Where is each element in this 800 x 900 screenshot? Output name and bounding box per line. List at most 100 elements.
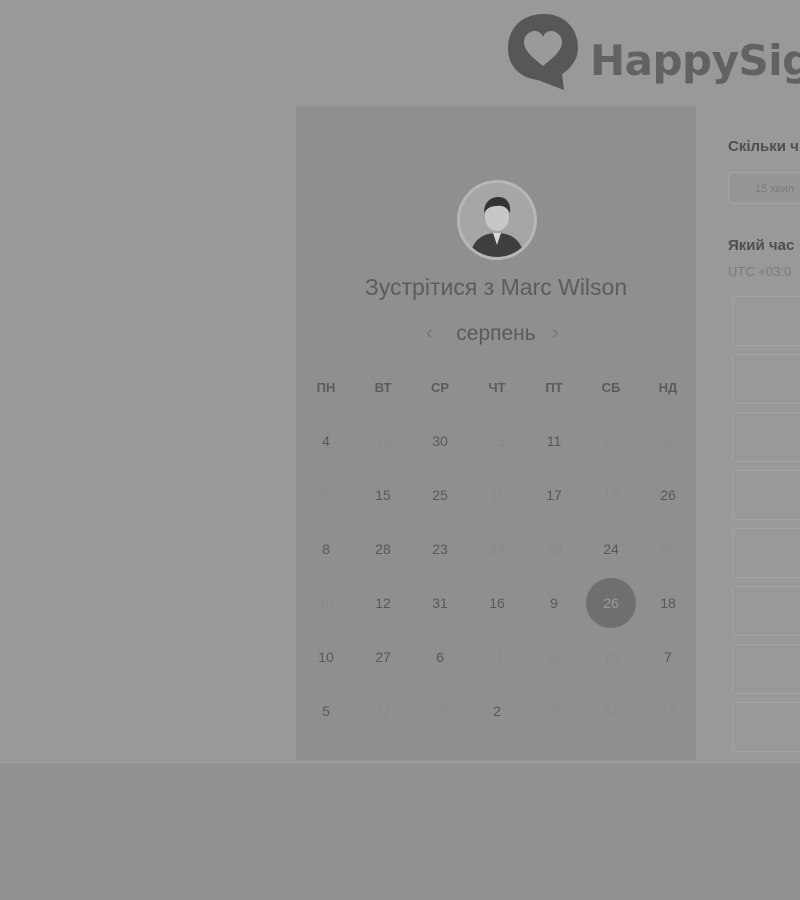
calendar-day-number: 14 [660, 703, 676, 719]
calendar-day-number: 30 [546, 541, 562, 557]
weekday-label: ВТ [374, 380, 392, 395]
calendar-day-number: 25 [318, 487, 334, 503]
chevron-right-icon[interactable]: › [552, 322, 559, 345]
month-label: серпень [456, 322, 536, 345]
calendar-day: 30 [526, 522, 582, 576]
time-slot-button[interactable] [732, 644, 800, 694]
calendar-day[interactable]: 5 [298, 684, 354, 738]
calendar-day[interactable]: 18 [640, 576, 696, 630]
duration-option[interactable]: 15 хвил [728, 172, 800, 204]
calendar-day[interactable]: 17 [526, 468, 582, 522]
calendar-day-number: 8 [322, 541, 330, 557]
top-header: HappySig [0, 0, 800, 105]
calendar-day-number: 18 [546, 649, 562, 665]
calendar-day-number: 29 [546, 703, 562, 719]
calendar-day[interactable]: 9 [526, 576, 582, 630]
calendar-day[interactable]: 11 [526, 414, 582, 468]
person-photo-icon [460, 183, 534, 257]
weekday-label: ПН [316, 380, 336, 395]
calendar-day[interactable]: 6 [412, 630, 468, 684]
avatar [457, 180, 537, 260]
calendar-day-number: 3 [664, 433, 672, 449]
calendar-day[interactable]: 27 [355, 630, 411, 684]
calendar-day-number: 15 [375, 487, 391, 503]
scheduler-panel: Скільки ч 15 хвил Який час UTC +03:0 [696, 106, 800, 760]
calendar-day-number: 11 [489, 649, 505, 665]
calendar-day-number: 6 [436, 649, 444, 665]
calendar-day[interactable]: 15 [355, 468, 411, 522]
duration-question: Скільки ч [728, 138, 799, 155]
calendar-day: 14 [640, 684, 696, 738]
calendar-day-number: 9 [550, 595, 558, 611]
weekday-label: ЧТ [488, 380, 506, 395]
time-slot-button[interactable] [732, 412, 800, 462]
calendar-day-number: 29 [489, 541, 505, 557]
calendar-day-number: 25 [660, 541, 676, 557]
calendar-day-number: 25 [432, 487, 448, 503]
calendar-day-number: 26 [586, 578, 636, 628]
calendar-day-number: 11 [546, 433, 562, 449]
calendar-day: 29 [469, 522, 525, 576]
calendar-day[interactable]: 4 [298, 414, 354, 468]
calendar-day-selected[interactable]: 26 [583, 576, 639, 630]
calendar-day-number: 22 [603, 433, 619, 449]
calendar-day[interactable]: 23 [412, 522, 468, 576]
calendar-day-number: 16 [375, 433, 391, 449]
calendar-day[interactable]: 12 [355, 576, 411, 630]
calendar-day-number: 12 [375, 703, 391, 719]
calendar-day: 10 [298, 576, 354, 630]
calendar-day[interactable]: 16 [469, 576, 525, 630]
calendar-day[interactable]: 25 [412, 468, 468, 522]
calendar-day: 11 [469, 468, 525, 522]
calendar-day: 29 [526, 684, 582, 738]
calendar-day-number: 16 [489, 595, 505, 611]
calendar-day[interactable]: 28 [355, 522, 411, 576]
calendar-day: 3 [640, 414, 696, 468]
calendar-day[interactable]: 7 [640, 630, 696, 684]
calendar-day[interactable]: 31 [412, 576, 468, 630]
calendar-day-number: 18 [660, 595, 676, 611]
calendar-day-number: 16 [603, 649, 619, 665]
calendar-day-number: 27 [375, 649, 391, 665]
calendar-day-number: 2 [493, 703, 501, 719]
calendar-day: 12 [355, 684, 411, 738]
booking-panel: Зустрітися з Marc Wilson ‹ серпень › ПН В… [296, 106, 696, 760]
calendar-day-number: 31 [432, 595, 448, 611]
calendar-day[interactable]: 24 [583, 522, 639, 576]
calendar-day: 16 [583, 630, 639, 684]
weekday-label: СР [430, 380, 450, 395]
calendar-day[interactable]: 10 [298, 630, 354, 684]
calendar-day-number: 7 [664, 649, 672, 665]
time-slot-button[interactable] [732, 528, 800, 578]
calendar-day: 11 [583, 684, 639, 738]
calendar-day[interactable]: 2 [469, 684, 525, 738]
weekday-header: ПН ВТ СР ЧТ ПТ СБ НД [298, 380, 696, 396]
calendar-day-number: 23 [432, 541, 448, 557]
calendar-day: 16 [355, 414, 411, 468]
calendar-day-number: 11 [489, 487, 505, 503]
calendar-day-number: 4 [322, 433, 330, 449]
calendar-day-number: 30 [432, 433, 448, 449]
calendar-day-number: 10 [318, 595, 334, 611]
calendar-day-number: 17 [546, 487, 562, 503]
calendar-day: 11 [469, 630, 525, 684]
time-slot-button[interactable] [732, 702, 800, 752]
calendar-day[interactable]: 30 [412, 414, 468, 468]
heart-bubble-icon [508, 14, 578, 90]
weekday-label: НД [658, 380, 678, 395]
time-slot-button[interactable] [732, 296, 800, 346]
calendar-day-number: 28 [375, 541, 391, 557]
calendar-day-number: 18 [603, 487, 619, 503]
time-slot-button[interactable] [732, 586, 800, 636]
calendar-day[interactable]: 26 [640, 468, 696, 522]
calendar-day-number: 12 [375, 595, 391, 611]
calendar-day-number: 29 [432, 703, 448, 719]
calendar-day-number: 24 [603, 541, 619, 557]
weekday-label: ПТ [545, 380, 563, 395]
calendar-day-number: 5 [322, 703, 330, 719]
time-slot-button[interactable] [732, 354, 800, 404]
calendar-day[interactable]: 8 [298, 522, 354, 576]
brand-name: HappySig [590, 36, 800, 85]
time-slot-button[interactable] [732, 470, 800, 520]
calendar-day-number: 11 [603, 703, 619, 719]
